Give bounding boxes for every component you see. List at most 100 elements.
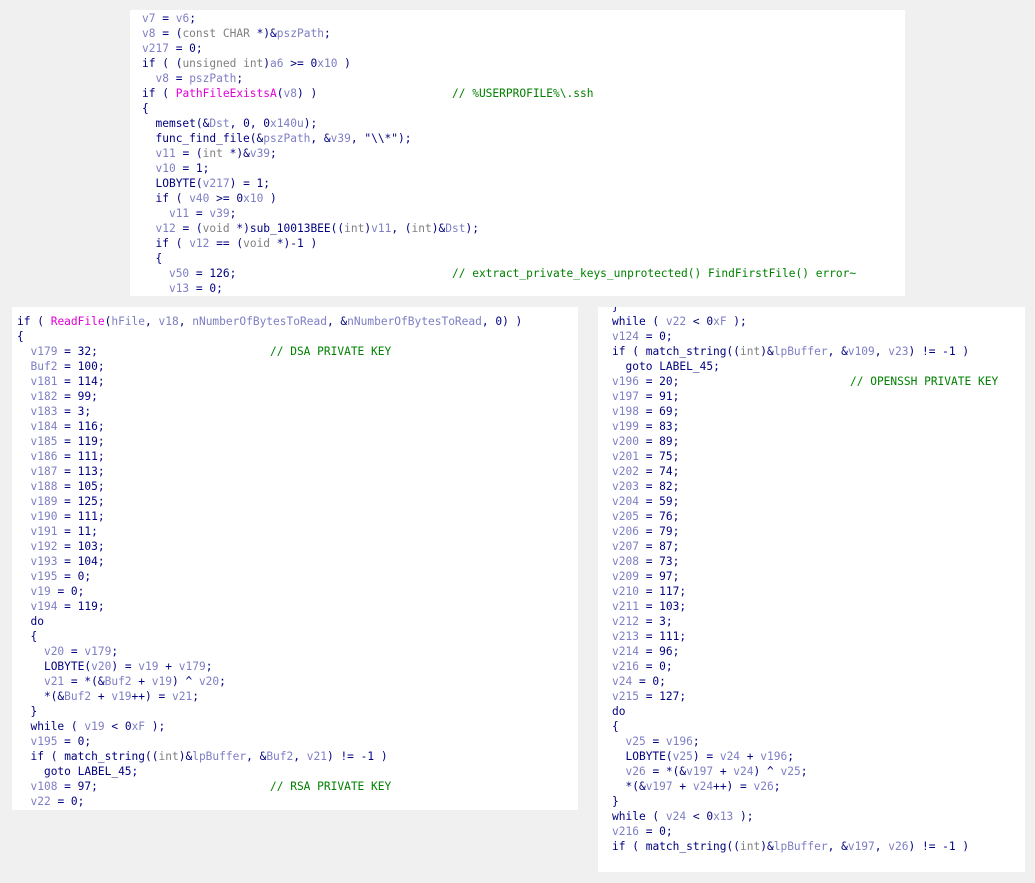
- code-line: v188 = 105;: [12, 479, 578, 494]
- code-line: if ( match_string((int)&lpBuffer, &Buf2,…: [12, 749, 578, 764]
- code-line: v201 = 75;: [598, 449, 1025, 464]
- code-text: v216 = 0;: [612, 825, 673, 838]
- code-comment: // DSA PRIVATE KEY: [270, 345, 392, 358]
- code-line: do: [598, 704, 1025, 719]
- code-line: v8 = pszPath;: [130, 71, 905, 86]
- code-text: v190 = 111;: [30, 510, 105, 523]
- code-text: if ( v40 >= 0x10 ): [155, 192, 277, 205]
- code-text: if ( PathFileExistsA(v8) ): [142, 87, 318, 100]
- code-line: v212 = 3;: [598, 614, 1025, 629]
- code-line: v200 = 89;: [598, 434, 1025, 449]
- code-text: goto LABEL_45;: [43, 765, 139, 778]
- code-text: LOBYTE(v25) = v24 + v196;: [625, 750, 794, 763]
- code-text: v192 = 103;: [30, 540, 105, 553]
- code-text: v213 = 111;: [612, 630, 687, 643]
- code-text: v25 = v196;: [625, 735, 700, 748]
- code-text: if ( match_string((int)&lpBuffer, &v197,…: [612, 840, 970, 853]
- code-comment: // %USERPROFILE%\.ssh: [452, 87, 594, 100]
- code-text: v191 = 11;: [30, 525, 98, 538]
- code-text: *(&Buf2 + v19++) = v21;: [17, 690, 199, 703]
- code-text: v22 = 0;: [30, 795, 85, 808]
- code-text: v24 = 0;: [612, 675, 666, 688]
- code-line: v13 = 0;: [130, 281, 905, 296]
- code-text: v212 = 3;: [612, 615, 673, 628]
- code-text: v204 = 59;: [612, 495, 680, 508]
- code-text: v181 = 114;: [30, 375, 105, 388]
- code-block: if ( ReadFile(hFile, v18, nNumberOfBytes…: [12, 307, 578, 810]
- code-line: v215 = 127;: [598, 689, 1025, 704]
- code-text: v186 = 111;: [30, 450, 105, 463]
- code-text: v197 = 91;: [612, 390, 680, 403]
- pseudocode-panel-ssh-directory: v7 = v6; v8 = (const CHAR *)&pszPath; v217…: [130, 10, 905, 296]
- code-block: }while ( v22 < 0xF );v124 = 0;if ( match…: [598, 307, 1025, 854]
- code-line: {: [598, 719, 1025, 734]
- code-text: v8 = (const CHAR *)&pszPath;: [142, 27, 331, 40]
- code-text: {: [17, 330, 24, 343]
- code-text: while ( v24 < 0x13 );: [612, 810, 754, 823]
- code-line: v187 = 113;: [12, 464, 578, 479]
- code-text: v10 = 1;: [155, 162, 210, 175]
- code-comment: // extract_private_keys_unprotected() Fi…: [452, 267, 857, 280]
- code-text: v193 = 104;: [30, 555, 105, 568]
- code-text: LOBYTE(v217) = 1;: [155, 177, 271, 190]
- code-text: v20 = v179;: [43, 645, 119, 658]
- code-line: v7 = v6;: [130, 11, 905, 26]
- code-text: v184 = 116;: [30, 420, 105, 433]
- code-line: v10 = 1;: [130, 161, 905, 176]
- code-block: v7 = v6; v8 = (const CHAR *)&pszPath; v217…: [130, 11, 905, 296]
- code-text: v183 = 3;: [30, 405, 92, 418]
- code-line: v26 = *(&v197 + v24) ^ v25;: [598, 764, 1025, 779]
- code-line: LOBYTE(v217) = 1;: [130, 176, 905, 191]
- code-text: memset(&Dst, 0, 0x140u);: [155, 117, 318, 130]
- code-text: v203 = 82;: [612, 480, 680, 493]
- code-text: v201 = 75;: [612, 450, 680, 463]
- code-line: *(&Buf2 + v19++) = v21;: [12, 689, 578, 704]
- code-line: memset(&Dst, 0, 0x140u);: [130, 116, 905, 131]
- code-line: while ( v24 < 0x13 );: [598, 809, 1025, 824]
- code-text: v50 = 126;: [168, 267, 237, 280]
- code-text: v199 = 83;: [612, 420, 680, 433]
- code-line: if ( ReadFile(hFile, v18, nNumberOfBytes…: [12, 314, 578, 329]
- code-line: v199 = 83;: [598, 419, 1025, 434]
- code-text: v217 = 0;: [142, 42, 203, 55]
- code-text: v182 = 99;: [30, 390, 98, 403]
- code-line: v216 = 0;: [598, 824, 1025, 839]
- code-line: v204 = 59;: [598, 494, 1025, 509]
- code-line: v195 = 0;: [12, 569, 578, 584]
- code-text: if ( ReadFile(hFile, v18, nNumberOfBytes…: [17, 315, 523, 328]
- code-line: v186 = 111;: [12, 449, 578, 464]
- code-line: if ( (unsigned int)a6 >= 0x10 ): [130, 56, 905, 71]
- code-line: if ( match_string((int)&lpBuffer, &v197,…: [598, 839, 1025, 854]
- code-line: v197 = 91;: [598, 389, 1025, 404]
- code-text: v12 = (void *)sub_10013BEE((int)v11, (in…: [155, 222, 479, 235]
- code-line: {: [12, 629, 578, 644]
- code-line: v203 = 82;: [598, 479, 1025, 494]
- code-text: v179 = 32;: [30, 345, 98, 358]
- code-line: v124 = 0;: [598, 329, 1025, 344]
- code-line: goto LABEL_45;: [598, 359, 1025, 374]
- code-line: v181 = 114;: [12, 374, 578, 389]
- code-line: v179 = 32; // DSA PRIVATE KEY: [12, 344, 578, 359]
- code-text: v21 = *(&Buf2 + v19) ^ v20;: [43, 675, 226, 688]
- code-text: v209 = 97;: [612, 570, 680, 583]
- code-text: v7 = v6;: [142, 12, 196, 25]
- code-line: *(&v197 + v24++) = v26;: [598, 779, 1025, 794]
- code-text: v208 = 73;: [612, 555, 680, 568]
- code-line: v109 = 51;: [12, 809, 578, 810]
- code-line: v205 = 76;: [598, 509, 1025, 524]
- code-text: v194 = 119;: [30, 600, 105, 613]
- code-line: v8 = (const CHAR *)&pszPath;: [130, 26, 905, 41]
- code-line: }: [598, 794, 1025, 809]
- code-text: v187 = 113;: [30, 465, 105, 478]
- code-line: v22 = 0;: [12, 794, 578, 809]
- code-line: v11 = v39;: [130, 206, 905, 221]
- code-text: v205 = 76;: [612, 510, 680, 523]
- code-text: LOBYTE(v20) = v19 + v179;: [43, 660, 213, 673]
- code-text: if ( match_string((int)&lpBuffer, &v109,…: [612, 345, 970, 358]
- code-text: v124 = 0;: [612, 330, 673, 343]
- code-line: v209 = 97;: [598, 569, 1025, 584]
- code-text: v211 = 103;: [612, 600, 687, 613]
- code-text: {: [612, 720, 619, 733]
- code-line: v20 = v179;: [12, 644, 578, 659]
- code-text: }: [612, 307, 619, 314]
